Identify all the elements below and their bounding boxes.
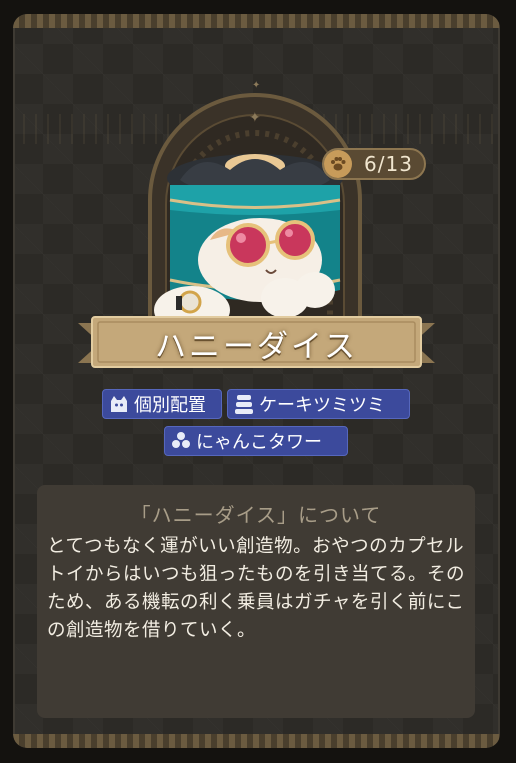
- tag-cake-stack: ケーキツミツミ: [227, 389, 410, 419]
- collection-count: 6/13: [364, 152, 413, 176]
- collection-counter: 6/13: [322, 148, 426, 180]
- sparkle-icon: ✦: [252, 80, 261, 91]
- description-title: 「ハニーダイス」について: [130, 503, 382, 527]
- sparkle-icon: ✦: [249, 110, 261, 126]
- description-panel: 「ハニーダイス」について とてつもなく運がいい創造物。おやつのカプセルトイからは…: [37, 485, 475, 718]
- card-top-border: [13, 14, 500, 28]
- cat-head-icon: [111, 396, 127, 412]
- tag-label: ケーキツミツミ: [259, 395, 385, 416]
- tag-cat-tower: にゃんこタワー: [164, 426, 348, 456]
- tag-individual-placement: 個別配置: [102, 389, 222, 419]
- description-body: とてつもなく運がいい創造物。おやつのカプセルトイからはいつも狙ったものを引き当て…: [47, 536, 466, 641]
- cat-tower-icon: [172, 432, 190, 448]
- character-name: ハニーダイス: [154, 328, 359, 365]
- tag-label: にゃんこタワー: [196, 432, 322, 453]
- cake-stack-icon: [235, 395, 253, 414]
- tag-label: 個別配置: [134, 395, 206, 416]
- paw-icon: [324, 150, 352, 178]
- card-bottom-border: [13, 734, 500, 748]
